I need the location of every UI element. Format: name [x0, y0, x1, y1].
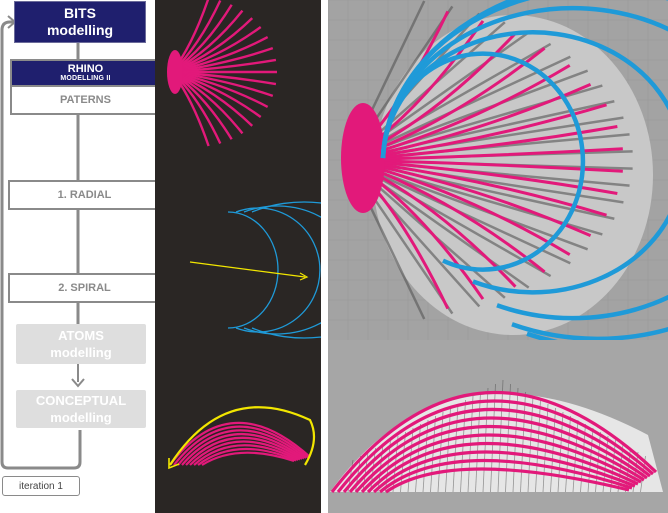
atoms-modelling-box[interactable]: ATOMS modelling	[16, 324, 146, 364]
atoms-title: ATOMS	[58, 328, 104, 343]
bits-title: BITS	[64, 5, 96, 21]
spiral-step-label: 2. SPIRAL	[58, 282, 111, 294]
patterns-label: PATERNS	[60, 94, 111, 106]
shell-perspective-render	[328, 0, 668, 340]
spiral-step-box[interactable]: 2. SPIRAL	[8, 273, 161, 303]
shell-perspective-viewport[interactable]	[328, 0, 668, 340]
conceptual-modelling-box[interactable]: CONCEPTUAL modelling	[16, 390, 146, 428]
shell-hinge	[167, 50, 183, 94]
pattern-preview-panel	[155, 0, 321, 513]
rhino-modelling-box[interactable]: RHINO MODELLING II	[10, 59, 161, 85]
shell-side-viewport[interactable]	[328, 340, 668, 513]
rhino-subtitle: MODELLING II	[60, 75, 111, 82]
shell-hinge	[341, 103, 385, 213]
pattern-preview-drawing	[167, 0, 321, 470]
conceptual-subtitle: modelling	[50, 410, 112, 425]
bits-subtitle: modelling	[46, 22, 114, 38]
spiral-arc	[251, 201, 321, 339]
spiral-axis	[189, 261, 306, 278]
shell-side-render	[328, 340, 668, 513]
rhino-title: RHINO	[67, 63, 104, 75]
conceptual-title: CONCEPTUAL	[35, 393, 127, 408]
radial-step-box[interactable]: 1. RADIAL	[8, 180, 161, 210]
patterns-box[interactable]: PATERNS	[10, 85, 161, 115]
atoms-subtitle: modelling	[50, 345, 112, 360]
panel-separator	[321, 0, 328, 513]
iteration-label: iteration 1	[19, 480, 63, 492]
iteration-badge[interactable]: iteration 1	[2, 476, 80, 496]
radial-step-label: 1. RADIAL	[57, 189, 112, 201]
bits-modelling-box[interactable]: BITS modelling	[14, 1, 146, 43]
